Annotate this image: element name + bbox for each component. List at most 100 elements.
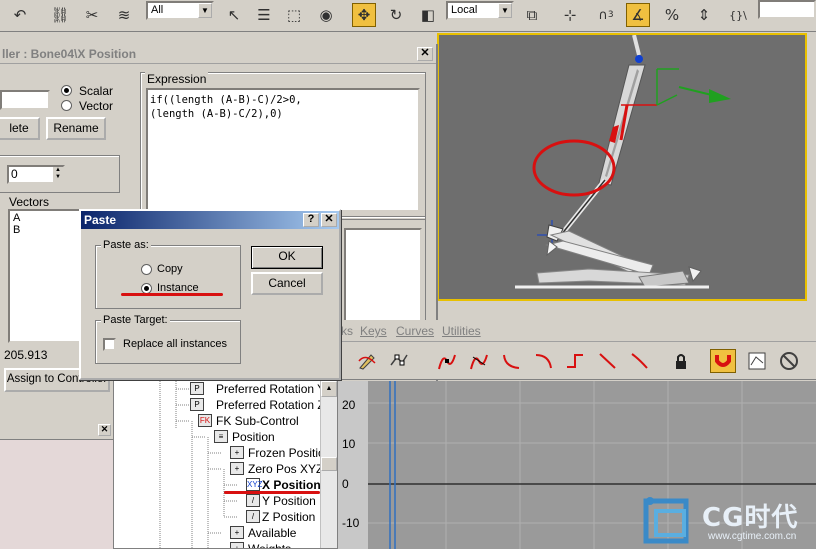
track-view-toolbar <box>338 342 816 380</box>
dialog-title: Paste <box>84 213 117 227</box>
tree-item-label: FK Sub-Control <box>216 414 299 428</box>
chevron-down-icon: ▼ <box>198 3 212 18</box>
vector-radio[interactable] <box>61 100 72 111</box>
bone-rig-scene <box>515 35 731 289</box>
perspective-viewport[interactable] <box>437 33 807 301</box>
expand-plus-icon: + <box>230 462 244 475</box>
help-icon[interactable]: ? <box>303 213 319 227</box>
y-tick-label: 20 <box>342 398 356 412</box>
select-rotate-icon[interactable]: ↻ <box>384 3 408 27</box>
description-field[interactable] <box>344 228 422 328</box>
reduce-keys-icon[interactable] <box>386 349 412 373</box>
tangent-smooth-icon[interactable] <box>626 349 652 373</box>
watermark-url: www.cgtime.com.cn <box>708 531 797 542</box>
parameter-icon: P <box>190 382 204 395</box>
named-selection-icon[interactable]: {}\ <box>726 3 750 27</box>
paste-target-label: Paste Target: <box>101 314 170 326</box>
vectors-list[interactable]: A B <box>8 209 82 343</box>
spinner-snap-icon[interactable]: ⇕ <box>692 3 716 27</box>
tangent-auto-icon[interactable] <box>434 349 460 373</box>
y-tick-label: 0 <box>342 477 349 491</box>
close-icon[interactable]: ✕ <box>321 213 337 227</box>
ok-button[interactable]: OK <box>251 246 323 269</box>
tree-item-label: Z Position <box>262 510 316 524</box>
rename-button[interactable]: Rename <box>46 117 106 140</box>
spinner-arrows-icon[interactable]: ▲ ▼ <box>53 167 63 182</box>
angle-snap-icon[interactable]: ∡ <box>626 3 650 27</box>
variable-name-field[interactable] <box>0 90 50 110</box>
tangent-custom-icon[interactable] <box>466 349 492 373</box>
percent-snap-icon[interactable]: % <box>660 3 684 27</box>
cancel-button[interactable]: Cancel <box>251 272 323 295</box>
replace-all-checkbox[interactable] <box>103 338 116 351</box>
scroll-up-icon[interactable]: ▲ <box>321 381 337 397</box>
parameter-icon: P <box>190 398 204 411</box>
scroll-thumb[interactable] <box>321 457 337 471</box>
axis-arrow <box>709 89 731 103</box>
snap-dimension-label: 3 <box>607 10 614 20</box>
paste-titlebar: Paste ? ✕ <box>81 211 339 229</box>
mirror-icon[interactable]: ⊹ <box>558 3 582 27</box>
fk-control-icon: FK <box>198 414 212 427</box>
expression-line-2: (length (A-B)-C/2),0) <box>150 108 283 120</box>
tree-scrollbar[interactable]: ▲ <box>320 381 337 548</box>
tangent-fast-icon[interactable] <box>498 349 524 373</box>
vector-item-a[interactable]: A <box>13 212 20 224</box>
cgtime-watermark: CG时代 www.cgtime.com.cn <box>638 491 816 549</box>
snap-frames-icon[interactable] <box>710 349 736 373</box>
menu-item-modes[interactable]: ks <box>341 324 353 338</box>
menu-item-keys[interactable]: Keys <box>360 324 387 338</box>
close-icon[interactable]: ✕ <box>98 424 111 436</box>
undo-icon[interactable]: ↶ <box>8 3 32 27</box>
tangent-linear-icon[interactable] <box>594 349 620 373</box>
select-move-icon[interactable]: ✥ <box>352 3 376 27</box>
snap-toggle-icon[interactable]: ∩ 3 <box>594 3 618 27</box>
bind-space-warp-icon[interactable]: ≋ <box>112 3 136 27</box>
unlink-icon[interactable]: ✂ <box>80 3 104 27</box>
paste-as-group <box>95 245 241 309</box>
main-toolbar: ↶ ⛓ ✂ ≋ All ▼ ↖ ☰ ⬚ ◉ ✥ ↻ ◧ Local ▼ ⧉ ⊹ … <box>0 0 816 32</box>
track-view-menubar: ks Keys Curves Utilities <box>338 320 816 342</box>
expression-line-1: if((length (A-B)-C)/2>0, <box>150 94 302 106</box>
select-link-icon[interactable]: ⛓ <box>48 3 72 27</box>
show-keyable-icon[interactable] <box>744 349 770 373</box>
tree-item-label: Preferred Rotation Z <box>216 398 325 412</box>
rect-selection-icon[interactable]: ⬚ <box>282 3 306 27</box>
controller-tree[interactable]: P Preferred Rotation Y P Preferred Rotat… <box>113 380 338 549</box>
delete-button[interactable]: lete <box>0 117 40 140</box>
select-scale-icon[interactable]: ◧ <box>416 3 440 27</box>
position-list-icon: ≡ <box>214 430 228 443</box>
tree-item-label: Position <box>232 430 275 444</box>
expression-textarea[interactable]: if((length (A-B)-C)/2>0, (length (A-B)-C… <box>146 88 420 212</box>
named-selection-field[interactable] <box>758 0 816 19</box>
scalar-radio[interactable] <box>61 85 72 96</box>
menu-item-curves[interactable]: Curves <box>396 324 434 338</box>
close-icon[interactable]: ✕ <box>417 47 433 61</box>
curve-editor-graph[interactable]: 20 10 0 -10 CG时代 www.cgtime.com.cn <box>338 381 816 549</box>
float-controller-icon: / <box>246 510 260 523</box>
select-object-icon[interactable]: ↖ <box>222 3 246 27</box>
tangent-slow-icon[interactable] <box>530 349 556 373</box>
menu-item-utilities[interactable]: Utilities <box>442 324 481 338</box>
lower-left-panel: ✕ <box>0 406 113 549</box>
secondary-content <box>0 440 113 549</box>
copy-radio[interactable] <box>141 264 152 275</box>
float-controller-icon: / <box>246 494 260 507</box>
vector-item-b[interactable]: B <box>13 224 20 236</box>
tangent-step-icon[interactable] <box>562 349 588 373</box>
spinner-value: 0 <box>11 167 18 181</box>
selection-filter-dropdown[interactable]: All ▼ <box>146 1 214 20</box>
draw-curves-icon[interactable] <box>354 349 380 373</box>
expression-label: Expression <box>145 72 209 86</box>
offset-spinner[interactable]: 0 ▲ ▼ <box>7 165 65 184</box>
paste-dialog: Paste ? ✕ Paste as: Copy Instance Paste … <box>79 209 341 380</box>
chevron-down-icon: ▼ <box>498 3 512 18</box>
lock-tangents-icon[interactable] <box>668 349 694 373</box>
expand-plus-icon: + <box>230 542 244 548</box>
pivot-center-icon[interactable]: ⧉ <box>520 3 544 27</box>
y-tick-label: -10 <box>342 516 360 530</box>
select-by-name-icon[interactable]: ☰ <box>252 3 276 27</box>
disable-icon[interactable] <box>776 349 802 373</box>
crossing-icon[interactable]: ◉ <box>314 3 338 27</box>
reference-coordinate-dropdown[interactable]: Local ▼ <box>446 1 514 20</box>
